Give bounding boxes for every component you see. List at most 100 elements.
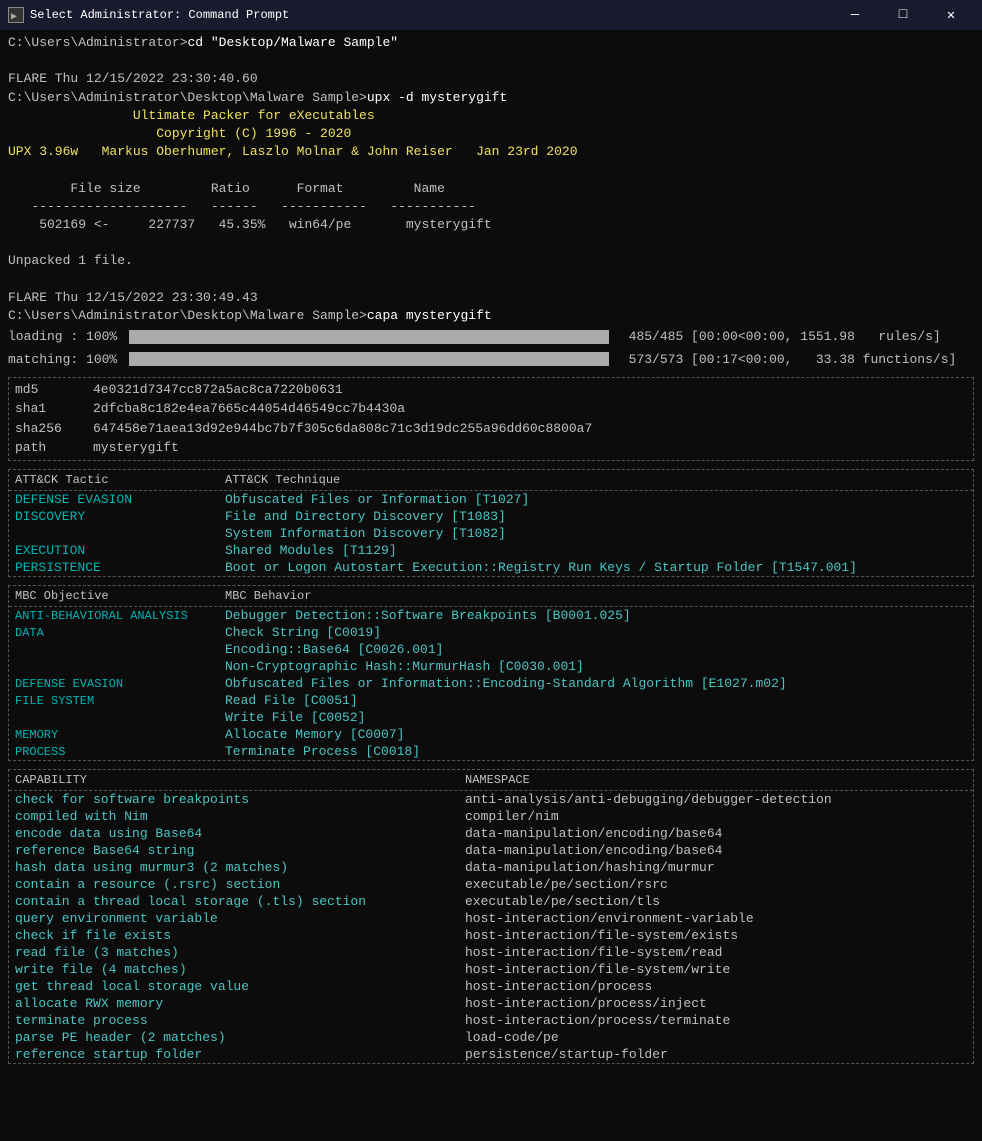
blank2 [8,161,974,179]
md5-val: 4e0321d7347cc872a5ac8ca7220b0631 [93,380,343,400]
mbc-row-7: MEMORY Allocate Memory [C0007] [9,726,973,743]
cap-name-8: check if file exists [15,928,465,943]
terminal-content: C:\Users\Administrator>cd "Desktop/Malwa… [0,30,982,1141]
file-data: 502169 <- 227737 45.35% win64/pe mystery… [8,216,974,234]
maximize-button[interactable]: □ [880,0,926,30]
attck-row-4: PERSISTENCE Boot or Logon Autostart Exec… [9,559,973,576]
hash-box: md5 4e0321d7347cc872a5ac8ca7220b0631 sha… [8,377,974,461]
loading-progress-bar [129,330,609,344]
mbc-row-6: Write File [C0052] [9,709,973,726]
cap-row-15: reference startup folder persistence/sta… [9,1046,973,1063]
cap-ns-0: anti-analysis/anti-debugging/debugger-de… [465,792,967,807]
close-button[interactable]: ✕ [928,0,974,30]
mbc-row-2: Encoding::Base64 [C0026.001] [9,641,973,658]
mbc-beh-3: Non-Cryptographic Hash::MurmurHash [C003… [225,659,967,674]
cap-name-1: compiled with Nim [15,809,465,824]
titlebar-controls: — □ ✕ [832,0,974,30]
loading-label: loading : 100% [8,329,117,344]
cap-row-0: check for software breakpoints anti-anal… [9,791,973,808]
attck-technique-3: Shared Modules [T1129] [225,543,967,558]
attck-tactic-1: DISCOVERY [15,509,225,524]
attck-row-3: EXECUTION Shared Modules [T1129] [9,542,973,559]
cap-row-7: query environment variable host-interact… [9,910,973,927]
sha256-val: 647458e71aea13d92e944bc7b7f305c6da808c71… [93,419,592,439]
cmd-upx: C:\Users\Administrator\Desktop\Malware S… [8,89,974,107]
attck-col2-header: ATT&CK Technique [225,473,967,487]
attck-header: ATT&CK Tactic ATT&CK Technique [9,470,973,491]
path-val: mysterygift [93,438,179,458]
cap-name-3: reference Base64 string [15,843,465,858]
titlebar: ▶ Select Administrator: Command Prompt —… [0,0,982,30]
cap-row-8: check if file exists host-interaction/fi… [9,927,973,944]
cap-name-13: terminate process [15,1013,465,1028]
mbc-row-0: ANTI-BEHAVIORAL ANALYSIS Debugger Detect… [9,607,973,624]
cap-row-14: parse PE header (2 matches) load-code/pe [9,1029,973,1046]
blank3 [8,234,974,252]
cap-ns-3: data-manipulation/encoding/base64 [465,843,967,858]
sha1-key: sha1 [15,399,85,419]
main-window: ▶ Select Administrator: Command Prompt —… [0,0,982,1141]
cap-ns-6: executable/pe/section/tls [465,894,967,909]
sha1-row: sha1 2dfcba8c182e4ea7665c44054d46549cc7b… [15,399,967,419]
attck-tactic-2 [15,526,225,541]
cap-row-11: get thread local storage value host-inte… [9,978,973,995]
cap-name-10: write file (4 matches) [15,962,465,977]
upx-line2: Copyright (C) 1996 - 2020 [8,125,974,143]
mbc-obj-4: DEFENSE EVASION [15,676,225,691]
cap-col1-header: CAPABILITY [15,773,465,787]
mbc-row-4: DEFENSE EVASION Obfuscated Files or Info… [9,675,973,692]
cap-header: CAPABILITY NAMESPACE [9,770,973,791]
mbc-box: MBC Objective MBC Behavior ANTI-BEHAVIOR… [8,585,974,761]
mbc-beh-0: Debugger Detection::Software Breakpoints… [225,608,967,623]
cap-ns-5: executable/pe/section/rsrc [465,877,967,892]
sha256-key: sha256 [15,419,85,439]
mbc-row-1: DATA Check String [C0019] [9,624,973,641]
cap-row-10: write file (4 matches) host-interaction/… [9,961,973,978]
cap-ns-13: host-interaction/process/terminate [465,1013,967,1028]
mbc-row-8: PROCESS Terminate Process [C0018] [9,743,973,760]
hash-table: md5 4e0321d7347cc872a5ac8ca7220b0631 sha… [9,378,973,460]
mbc-row-3: Non-Cryptographic Hash::MurmurHash [C003… [9,658,973,675]
attck-col1-header: ATT&CK Tactic [15,473,225,487]
mbc-row-5: FILE SYSTEM Read File [C0051] [9,692,973,709]
mbc-header: MBC Objective MBC Behavior [9,586,973,607]
attck-row-2: System Information Discovery [T1082] [9,525,973,542]
mbc-obj-3 [15,659,225,674]
mbc-beh-4: Obfuscated Files or Information::Encodin… [225,676,967,691]
matching-progress-bar [129,352,609,366]
md5-key: md5 [15,380,85,400]
mbc-obj-2 [15,642,225,657]
titlebar-left: ▶ Select Administrator: Command Prompt [8,7,289,23]
blank4 [8,270,974,288]
loading-bar-row: loading : 100% 485/485 [00:00<00:00, 155… [8,327,974,348]
cap-ns-7: host-interaction/environment-variable [465,911,967,926]
cap-name-7: query environment variable [15,911,465,926]
cap-row-12: allocate RWX memory host-interaction/pro… [9,995,973,1012]
matching-bar-row: matching: 100% 573/573 [00:17<00:00, 33.… [8,350,974,371]
minimize-button[interactable]: — [832,0,878,30]
cap-row-6: contain a thread local storage (.tls) se… [9,893,973,910]
attck-technique-0: Obfuscated Files or Information [T1027] [225,492,967,507]
mbc-beh-6: Write File [C0052] [225,710,967,725]
file-separator: -------------------- ------ ----------- … [8,198,974,216]
file-header: File size Ratio Format Name [8,180,974,198]
matching-stats: 573/573 [00:17<00:00, 33.38 functions/s] [621,352,956,367]
cap-name-11: get thread local storage value [15,979,465,994]
mbc-obj-1: DATA [15,625,225,640]
mbc-obj-7: MEMORY [15,727,225,742]
svg-text:▶: ▶ [11,12,17,22]
cap-name-4: hash data using murmur3 (2 matches) [15,860,465,875]
mbc-beh-7: Allocate Memory [C0007] [225,727,967,742]
upx-line3: UPX 3.96w Markus Oberhumer, Laszlo Molna… [8,143,974,161]
attck-technique-1: File and Directory Discovery [T1083] [225,509,967,524]
cap-ns-1: compiler/nim [465,809,967,824]
cap-name-6: contain a thread local storage (.tls) se… [15,894,465,909]
cmd-cd: C:\Users\Administrator>cd "Desktop/Malwa… [8,34,974,52]
cap-ns-8: host-interaction/file-system/exists [465,928,967,943]
md5-row: md5 4e0321d7347cc872a5ac8ca7220b0631 [15,380,967,400]
upx-line1: Ultimate Packer for eXecutables [8,107,974,125]
cap-ns-4: data-manipulation/hashing/murmur [465,860,967,875]
attck-tactic-3: EXECUTION [15,543,225,558]
sha256-row: sha256 647458e71aea13d92e944bc7b7f305c6d… [15,419,967,439]
cap-name-14: parse PE header (2 matches) [15,1030,465,1045]
